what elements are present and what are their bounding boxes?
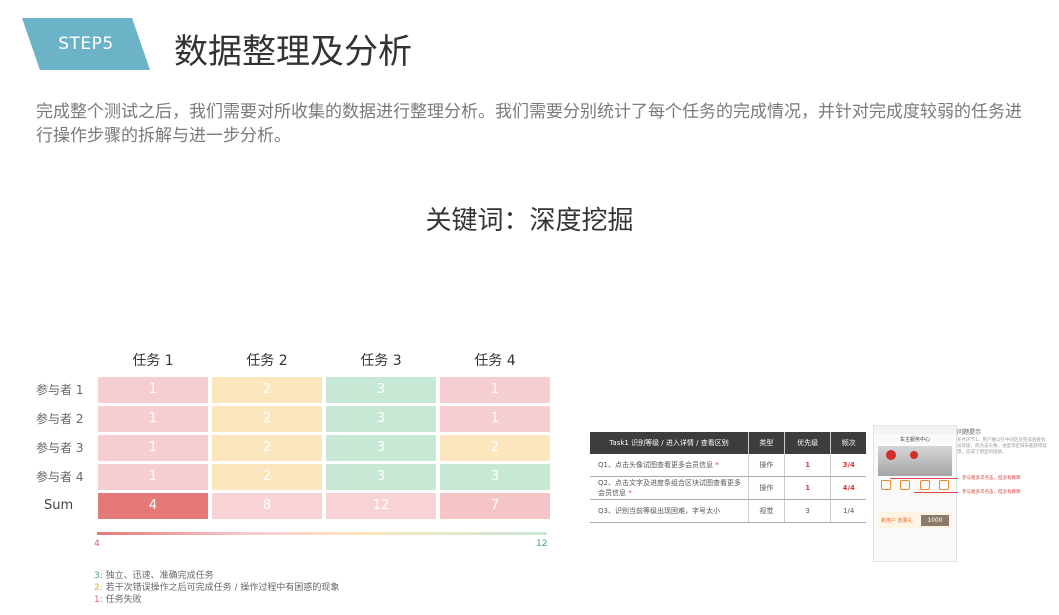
question-cell: Q1、点击头像试图查看更多会员信息 * — [590, 454, 749, 477]
service-icon — [939, 480, 950, 490]
matrix-column-header: 任务 4 — [474, 353, 516, 369]
matrix-cell: 2 — [212, 464, 322, 490]
legend-item: 2: 若干次错误操作之后可完成任务 / 操作过程中有困惑的现象 — [94, 582, 339, 594]
member-banner — [878, 446, 952, 476]
service-icon — [880, 480, 891, 490]
phone-header: 车主服务中心 — [899, 437, 930, 443]
matrix-cell: 1 — [98, 464, 208, 490]
question-text: Q2、点击文字及进度条组合区块试图查看更多会员信息 — [598, 479, 741, 497]
question-cell: Q2、点击文字及进度条组合区块试图查看更多会员信息 * — [590, 476, 749, 500]
keyword-heading: 关键词：深度挖掘 — [425, 206, 634, 236]
annotation-body: 任务环节1、用户难以在中间区块完成查看会员等级，而点击头像、进度等区域未能获得反… — [957, 438, 1047, 455]
matrix-column-header: 任务 2 — [246, 353, 288, 369]
question-mark: * — [715, 461, 719, 469]
scale-max-label: 12 — [536, 539, 548, 549]
service-icon — [900, 480, 911, 490]
matrix-row-label: 参与者 4 — [36, 470, 84, 484]
score-legend: 3: 独立、迅速、准确完成任务 2: 若干次错误操作之后可完成任务 / 操作过程… — [94, 570, 339, 606]
frequency-cell: 1/4 — [830, 499, 866, 523]
priority-cell: 1 — [783, 476, 831, 500]
table-row: Q3、识别当前等级出现困难，字号太小 视觉 3 1/4 — [590, 499, 866, 523]
page-title: 数据整理及分析 — [174, 32, 412, 72]
legend-key: 3: — [94, 571, 103, 581]
matrix-cell: 1 — [440, 377, 550, 403]
matrix-cell: 3 — [440, 464, 550, 490]
callout-line — [890, 478, 958, 479]
matrix-sum-cell: 4 — [98, 493, 208, 519]
table-row: Q1、点击头像试图查看更多会员信息 * 操作 1 3/4 — [590, 454, 866, 477]
legend-key: 1: — [94, 595, 103, 605]
matrix-cell: 1 — [440, 406, 550, 432]
legend-item: 1: 任务失败 — [94, 594, 339, 606]
matrix-cell: 1 — [98, 435, 208, 461]
step-label: STEP5 — [58, 34, 114, 54]
matrix-column-header: 任务 3 — [360, 353, 402, 369]
type-cell: 操作 — [748, 454, 785, 477]
callout-note: 参与者多次点击，但没有跳转 — [962, 476, 1021, 481]
frequency-cell: 3/4 — [830, 454, 866, 477]
matrix-cell: 3 — [326, 406, 436, 432]
callout-note: 参与者多次点击，但没有跳转 — [962, 490, 1021, 495]
matrix-cell: 3 — [326, 435, 436, 461]
legend-text: 独立、迅速、准确完成任务 — [105, 571, 214, 581]
frequency-cell: 4/4 — [830, 476, 866, 500]
matrix-sum-cell: 12 — [326, 493, 436, 519]
question-cell: Q3、识别当前等级出现困难，字号太小 — [590, 499, 749, 523]
priority-cell: 1 — [783, 454, 831, 477]
matrix-cell: 1 — [98, 406, 208, 432]
callout-line — [914, 492, 958, 493]
service-icon — [919, 480, 930, 490]
matrix-cell: 3 — [326, 377, 436, 403]
matrix-row-label: 参与者 3 — [36, 441, 84, 455]
table-header: 优先级 — [783, 432, 831, 454]
table-header-row: Task1 识别等级 / 进入详情 / 查看区别 类型 优先级 频次 — [590, 432, 866, 454]
annotation-title: 问题提示 — [957, 429, 982, 436]
promo-text: 新用户 放量礼 — [881, 517, 913, 524]
matrix-sum-cell: 8 — [212, 493, 322, 519]
question-text: Q1、点击头像试图查看更多会员信息 — [598, 461, 713, 469]
promo-badge: 1000 — [921, 514, 949, 526]
question-text: Q3、识别当前等级出现困难，字号太小 — [598, 507, 720, 515]
matrix-corner — [30, 348, 94, 374]
priority-cell: 3 — [783, 499, 831, 523]
matrix-cell: 3 — [326, 464, 436, 490]
legend-text: 若干次错误操作之后可完成任务 / 操作过程中有困惑的现象 — [105, 583, 340, 593]
legend-item: 3: 独立、迅速、准确完成任务 — [94, 570, 339, 582]
legend-text: 任务失败 — [105, 595, 142, 605]
task-result-matrix: 任务 1 任务 2 任务 3 任务 4 参与者 1 1 2 3 1 参与者 2 … — [30, 348, 550, 519]
phone-screenshot: 车主服务中心 新用户 放量礼 1000 — [873, 425, 957, 562]
task-breakdown-table: Task1 识别等级 / 进入详情 / 查看区别 类型 优先级 频次 Q1、点击… — [590, 432, 866, 523]
tap-marker-icon — [886, 450, 896, 460]
matrix-column-header: 任务 1 — [132, 353, 174, 369]
matrix-cell: 2 — [212, 435, 322, 461]
step-badge: STEP5 — [22, 18, 150, 70]
promo-banner: 新用户 放量礼 1000 — [878, 512, 952, 528]
table-header: 类型 — [748, 432, 785, 454]
score-scale-bar — [97, 532, 547, 535]
matrix-cell: 2 — [212, 377, 322, 403]
table-header: Task1 识别等级 / 进入详情 / 查看区别 — [590, 432, 749, 454]
matrix-cell: 2 — [212, 406, 322, 432]
matrix-cell: 2 — [440, 435, 550, 461]
annotation-block: 问题提示 任务环节1、用户难以在中间区块完成查看会员等级，而点击头像、进度等区域… — [957, 430, 1047, 456]
matrix-cell: 1 — [98, 377, 208, 403]
table-header: 频次 — [830, 432, 866, 454]
matrix-row-label: 参与者 2 — [36, 412, 84, 426]
page-description: 完成整个测试之后，我们需要对所收集的数据进行整理分析。我们需要分别统计了每个任务… — [36, 102, 1022, 146]
scale-min-label: 4 — [94, 539, 100, 549]
type-cell: 视觉 — [748, 499, 785, 523]
legend-key: 2: — [94, 583, 103, 593]
matrix-row-label: 参与者 1 — [36, 383, 84, 397]
tap-marker-icon — [910, 451, 918, 459]
phone-status-bar — [874, 426, 956, 434]
question-mark: * — [628, 489, 632, 497]
type-cell: 操作 — [748, 476, 785, 500]
matrix-sum-label: Sum — [44, 498, 74, 513]
table-row: Q2、点击文字及进度条组合区块试图查看更多会员信息 * 操作 1 4/4 — [590, 476, 866, 500]
matrix-sum-cell: 7 — [440, 493, 550, 519]
